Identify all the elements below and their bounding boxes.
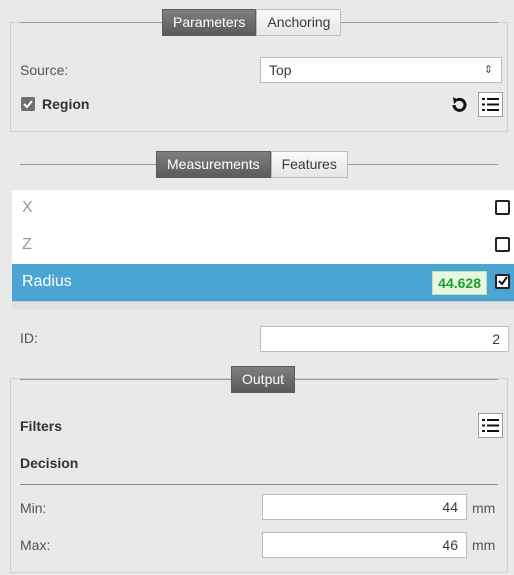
max-unit: mm xyxy=(472,537,496,553)
measurement-value: 44.628 xyxy=(432,271,487,295)
id-label: ID: xyxy=(20,330,38,346)
parameters-tabs: Parameters Anchoring xyxy=(162,9,342,36)
list-icon xyxy=(482,419,499,432)
reset-button[interactable] xyxy=(446,92,471,117)
measurements-list: X Z Radius 44.628 xyxy=(12,190,514,301)
tab-features[interactable]: Features xyxy=(270,151,348,178)
list-divider xyxy=(12,301,514,310)
source-label: Source: xyxy=(20,62,69,78)
decision-label: Decision xyxy=(20,455,79,471)
tab-anchoring[interactable]: Anchoring xyxy=(256,9,342,36)
output-label: Output xyxy=(231,366,296,393)
max-value: 46 xyxy=(442,537,458,553)
list-item[interactable]: X xyxy=(12,190,514,227)
measurement-name: X xyxy=(22,199,33,216)
source-select[interactable]: Top ⇕ xyxy=(260,57,502,83)
list-item-selected[interactable]: Radius 44.628 xyxy=(12,264,514,301)
measurement-name: Z xyxy=(22,236,32,253)
source-value: Top xyxy=(269,62,292,78)
measurements-tabs: Measurements Features xyxy=(156,151,348,178)
region-label: Region xyxy=(42,96,90,112)
check-icon xyxy=(23,100,33,109)
min-value: 44 xyxy=(442,499,458,515)
select-arrows-icon: ⇕ xyxy=(483,64,493,76)
decision-separator xyxy=(20,484,498,485)
filters-list-button[interactable] xyxy=(478,413,503,438)
measurement-checkbox[interactable] xyxy=(495,237,510,252)
max-label: Max: xyxy=(20,537,51,553)
output-title: Output xyxy=(231,366,296,393)
id-value: 2 xyxy=(492,331,500,347)
reset-icon xyxy=(452,96,466,112)
filters-label: Filters xyxy=(20,418,63,434)
check-icon xyxy=(498,276,508,286)
measurement-name: Radius xyxy=(22,273,72,290)
max-input[interactable]: 46 xyxy=(262,532,467,558)
region-list-button[interactable] xyxy=(478,92,503,117)
min-input[interactable]: 44 xyxy=(262,494,467,520)
tab-parameters[interactable]: Parameters xyxy=(162,9,257,36)
measurement-checkbox[interactable] xyxy=(495,200,510,215)
region-checkbox[interactable] xyxy=(21,97,35,111)
measurement-checkbox[interactable] xyxy=(495,274,510,289)
tab-measurements[interactable]: Measurements xyxy=(156,151,271,178)
min-label: Min: xyxy=(20,500,47,516)
list-item[interactable]: Z xyxy=(12,227,514,264)
id-input[interactable]: 2 xyxy=(260,326,509,352)
min-unit: mm xyxy=(472,500,496,516)
list-icon xyxy=(482,98,499,111)
